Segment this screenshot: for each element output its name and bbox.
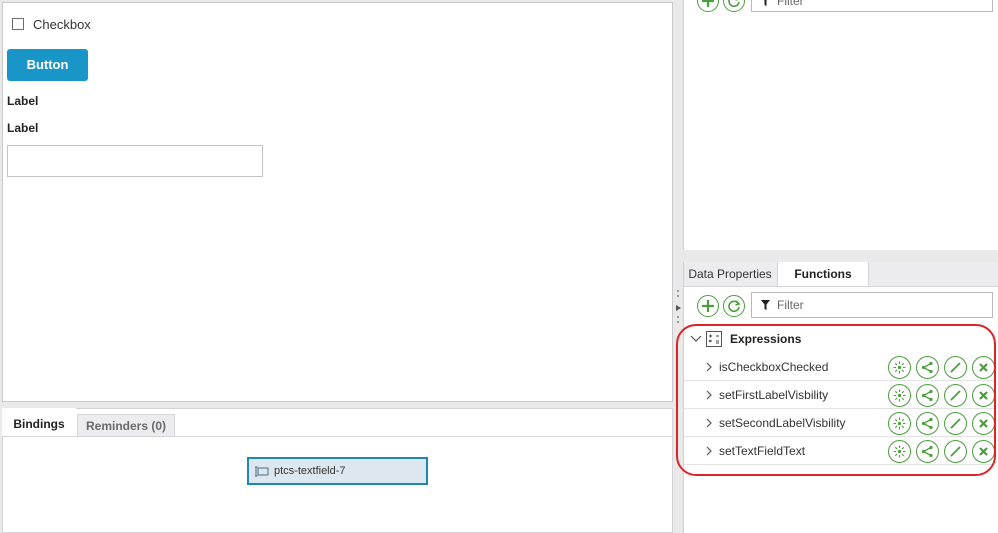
expressions-label: Expressions — [730, 332, 802, 346]
configure-icon — [893, 445, 906, 458]
collapse-panel-handle[interactable] — [676, 290, 681, 326]
textfield-widget[interactable] — [7, 145, 263, 177]
edit-icon — [949, 417, 962, 430]
bind-icon — [921, 361, 934, 374]
delete-button[interactable] — [972, 356, 995, 379]
filter-input-top[interactable]: Filter — [751, 0, 993, 12]
function-actions — [888, 412, 995, 435]
label-widget-2[interactable]: Label — [7, 121, 38, 135]
delete-icon — [978, 418, 989, 429]
configure-button[interactable] — [888, 412, 911, 435]
delete-button[interactable] — [972, 412, 995, 435]
function-name: setSecondLabelVisbility — [719, 415, 846, 430]
tab-data-properties[interactable]: Data Properties — [684, 262, 776, 286]
function-row[interactable]: isCheckboxChecked — [684, 353, 995, 381]
expand-arrow-icon — [676, 305, 681, 311]
refresh-functions-button[interactable] — [723, 295, 745, 317]
configure-icon — [893, 417, 906, 430]
configure-button[interactable] — [888, 440, 911, 463]
chevron-right-icon[interactable] — [704, 390, 714, 400]
bind-button[interactable] — [916, 440, 939, 463]
chevron-right-icon[interactable] — [704, 362, 714, 372]
expression-icon — [706, 331, 722, 347]
delete-icon — [978, 446, 989, 457]
checkbox-box[interactable] — [12, 18, 24, 30]
vertical-splitter-grip[interactable] — [836, 254, 848, 265]
function-row[interactable]: setFirstLabelVisbility — [684, 381, 995, 409]
label-widget-1[interactable]: Label — [7, 94, 38, 108]
bind-icon — [921, 417, 934, 430]
tab-functions[interactable]: Functions — [777, 262, 869, 287]
filter-placeholder: Filter — [777, 298, 804, 312]
bind-icon — [921, 389, 934, 402]
function-actions — [888, 356, 995, 379]
edit-button[interactable] — [944, 384, 967, 407]
filter-icon — [764, 0, 767, 6]
delete-button[interactable] — [972, 440, 995, 463]
configure-button[interactable] — [888, 384, 911, 407]
delete-icon — [978, 390, 989, 401]
function-row[interactable]: setTextFieldText — [684, 437, 995, 465]
textfield-icon — [255, 466, 269, 476]
edit-icon — [949, 389, 962, 402]
design-canvas[interactable] — [2, 2, 673, 402]
function-row[interactable]: setSecondLabelVisbility — [684, 409, 995, 437]
binding-node-label: ptcs-textfield-7 — [274, 465, 346, 477]
expressions-group-header[interactable]: Expressions — [690, 330, 801, 348]
function-name: isCheckboxChecked — [719, 359, 829, 374]
edit-button[interactable] — [944, 356, 967, 379]
edit-icon — [949, 445, 962, 458]
configure-icon — [893, 361, 906, 374]
tabbar-divider — [684, 286, 998, 287]
refresh-icon — [728, 0, 740, 8]
plus-icon — [702, 300, 714, 312]
configure-button[interactable] — [888, 356, 911, 379]
function-name: setFirstLabelVisbility — [719, 387, 829, 402]
bind-button[interactable] — [916, 356, 939, 379]
filter-icon — [761, 300, 770, 310]
filter-placeholder-top: Filter — [777, 0, 804, 8]
edit-icon — [949, 361, 962, 374]
function-actions — [888, 440, 995, 463]
bind-button[interactable] — [916, 412, 939, 435]
checkbox-label: Checkbox — [33, 16, 91, 32]
bind-button[interactable] — [916, 384, 939, 407]
plus-icon — [702, 0, 714, 7]
chevron-right-icon[interactable] — [704, 446, 714, 456]
tab-bindings[interactable]: Bindings — [2, 408, 76, 436]
function-actions — [888, 384, 995, 407]
button-widget[interactable]: Button — [7, 49, 88, 81]
function-name: setTextFieldText — [719, 443, 806, 458]
add-function-button[interactable] — [697, 295, 719, 317]
filter-input[interactable]: Filter — [751, 292, 993, 318]
tab-reminders[interactable]: Reminders (0) — [77, 414, 175, 436]
edit-button[interactable] — [944, 412, 967, 435]
binding-node[interactable]: ptcs-textfield-7 — [247, 457, 428, 485]
chevron-down-icon[interactable] — [690, 335, 702, 343]
edit-button[interactable] — [944, 440, 967, 463]
horizontal-splitter-grip[interactable] — [331, 403, 343, 414]
checkbox-widget[interactable]: Checkbox — [12, 15, 91, 33]
configure-icon — [893, 389, 906, 402]
right-top-panel — [683, 0, 998, 250]
chevron-right-icon[interactable] — [704, 418, 714, 428]
bind-icon — [921, 445, 934, 458]
delete-button[interactable] — [972, 384, 995, 407]
refresh-icon — [728, 300, 741, 313]
delete-icon — [978, 362, 989, 373]
